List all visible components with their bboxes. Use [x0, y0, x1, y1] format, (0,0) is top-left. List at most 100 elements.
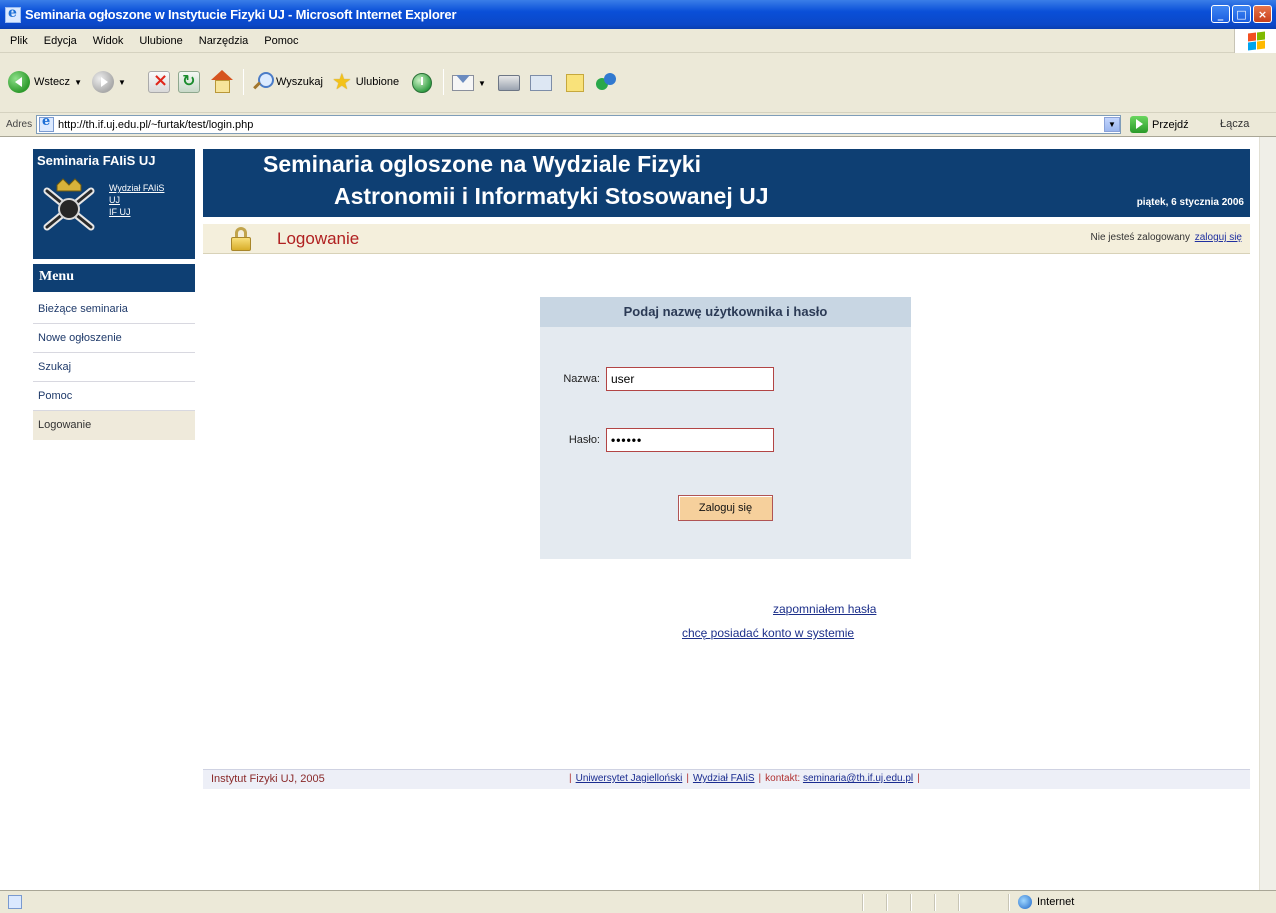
note-icon: [566, 74, 584, 92]
toolbar: Wstecz ▼ ▼ Wyszukaj ★ Ulubione ▼: [0, 53, 1276, 113]
close-button[interactable]: ×: [1253, 5, 1272, 23]
sidebar-item-help[interactable]: Pomoc: [33, 382, 195, 411]
go-arrow-icon: [1130, 116, 1148, 133]
favorites-button[interactable]: ★ Ulubione: [332, 69, 399, 94]
chevron-down-icon[interactable]: ▼: [478, 79, 486, 88]
forward-button[interactable]: ▼: [92, 71, 126, 93]
go-label: Przejdź: [1152, 118, 1189, 131]
menu-edit[interactable]: Edycja: [36, 35, 85, 47]
menu-view[interactable]: Widok: [85, 35, 132, 47]
brand-link-faiis[interactable]: Wydział FAIiS: [109, 183, 164, 193]
security-zone-label: Internet: [1037, 896, 1075, 908]
status-divider: [886, 894, 888, 911]
status-divider: [862, 894, 864, 911]
footer-contact-label: kontakt:: [765, 773, 801, 784]
messenger-button[interactable]: [596, 73, 618, 93]
footer-separator: |: [686, 773, 689, 784]
stop-button[interactable]: [148, 70, 170, 93]
footer-link-faiis[interactable]: Wydział FAIiS: [693, 773, 755, 784]
login-link[interactable]: zaloguj się: [1195, 232, 1242, 243]
address-dropdown-button[interactable]: ▼: [1104, 117, 1120, 132]
search-button[interactable]: Wyszukaj: [252, 72, 323, 92]
password-row: Hasło: ••••••: [540, 428, 774, 452]
brand-link-if-uj[interactable]: IF UJ: [109, 207, 131, 217]
forgot-password-link[interactable]: zapomniałem hasła: [773, 602, 876, 616]
brand-link-uj[interactable]: UJ: [109, 195, 120, 205]
login-heading: Podaj nazwę użytkownika i hasło: [540, 297, 911, 327]
chevron-down-icon[interactable]: ▼: [118, 78, 126, 87]
menu-file[interactable]: Plik: [0, 35, 36, 47]
page-header: Seminaria ogloszone na Wydziale Fizyki A…: [203, 149, 1250, 217]
page-status-icon: [8, 895, 22, 909]
mail-icon: [452, 75, 474, 91]
history-button[interactable]: [412, 73, 432, 93]
mail-button[interactable]: ▼: [452, 75, 486, 91]
page-viewport: Seminaria FAIiS UJ Wydział FAIiS UJ IF U…: [0, 137, 1276, 890]
header-date: piątek, 6 stycznia 2006: [1136, 197, 1244, 208]
page-footer: Instytut Fizyki UJ, 2005 | Uniwersytet Ja…: [203, 769, 1250, 789]
sidebar-menu: Bieżące seminaria Nowe ogłoszenie Szukaj…: [33, 295, 195, 440]
refresh-icon: [178, 71, 200, 93]
lock-icon: [231, 227, 251, 251]
header-title-line1: Seminaria ogloszone na Wydziale Fizyki: [263, 151, 701, 177]
refresh-button[interactable]: [178, 71, 200, 93]
stop-icon: [148, 70, 170, 93]
status-divider: [934, 894, 936, 911]
menu-favorites[interactable]: Ulubione: [131, 35, 190, 47]
messenger-icon: [596, 73, 618, 93]
security-zone[interactable]: Internet: [1018, 895, 1074, 909]
footer-link-uj[interactable]: Uniwersytet Jagielloński: [576, 773, 683, 784]
home-button[interactable]: [210, 70, 233, 93]
forward-arrow-icon: [92, 71, 114, 93]
sidebar-item-login[interactable]: Logowanie: [33, 411, 195, 440]
toolbar-separator: [243, 69, 244, 95]
address-label: Adres: [6, 119, 33, 130]
globe-icon: [1018, 895, 1032, 909]
notes-button[interactable]: [566, 74, 584, 92]
address-url[interactable]: http://th.if.uj.edu.pl/~furtak/test/logi…: [58, 119, 253, 131]
sidebar-item-search[interactable]: Szukaj: [33, 353, 195, 382]
address-input[interactable]: http://th.if.uj.edu.pl/~furtak/test/logi…: [36, 114, 1121, 134]
brand-title: Seminaria FAIiS UJ: [37, 153, 156, 168]
minimize-button[interactable]: _: [1211, 5, 1230, 23]
login-submit-button[interactable]: Zaloguj się: [678, 495, 773, 521]
brand-block: Seminaria FAIiS UJ Wydział FAIiS UJ IF U…: [33, 149, 195, 259]
username-input[interactable]: user: [606, 367, 774, 391]
edit-button[interactable]: [530, 75, 552, 91]
search-icon: [252, 72, 274, 92]
footer-separator: |: [569, 773, 572, 784]
sidebar-item-current-seminars[interactable]: Bieżące seminaria: [33, 295, 195, 324]
register-link[interactable]: chcę posiadać konto w systemie: [682, 626, 854, 640]
password-label: Hasło:: [568, 434, 600, 446]
back-button[interactable]: Wstecz ▼: [8, 71, 82, 93]
windows-logo-icon: [1234, 29, 1276, 53]
vertical-scrollbar[interactable]: [1259, 137, 1276, 890]
print-button[interactable]: [498, 75, 520, 91]
menu-tools[interactable]: Narzędzia: [191, 35, 257, 47]
toolbar-separator: [443, 69, 444, 95]
username-row: Nazwa: user: [540, 367, 774, 391]
go-button[interactable]: Przejdź: [1130, 116, 1189, 133]
university-crest-icon: [43, 178, 95, 231]
star-icon: ★: [332, 69, 352, 94]
printer-icon: [498, 75, 520, 91]
window-title: Seminaria ogłoszone w Instytucie Fizyki …: [25, 7, 457, 22]
back-label: Wstecz: [34, 76, 71, 88]
login-form: Podaj nazwę użytkownika i hasło Nazwa: u…: [540, 297, 911, 559]
footer-links: | Uniwersytet Jagielloński | Wydział FAIiS |…: [565, 773, 924, 784]
login-status: Nie jesteś zalogowany: [1090, 232, 1191, 243]
password-input[interactable]: ••••••: [606, 428, 774, 452]
maximize-button[interactable]: □: [1232, 5, 1251, 23]
chevron-down-icon[interactable]: ▼: [74, 78, 82, 87]
address-bar: Adres http://th.if.uj.edu.pl/~furtak/tes…: [0, 113, 1276, 137]
section-header: Logowanie Nie jesteś zalogowany zaloguj …: [203, 224, 1250, 254]
status-bar: Internet: [0, 890, 1276, 913]
page-icon: [39, 114, 54, 132]
window-titlebar[interactable]: Seminaria ogłoszone w Instytucie Fizyki …: [0, 0, 1276, 29]
footer-contact-email[interactable]: seminaria@th.if.uj.edu.pl: [803, 773, 913, 784]
menu-help[interactable]: Pomoc: [256, 35, 306, 47]
sidebar-item-new-announcement[interactable]: Nowe ogłoszenie: [33, 324, 195, 353]
links-button[interactable]: Łącza: [1220, 118, 1249, 130]
footer-separator: |: [917, 773, 920, 784]
window-controls: _ □ ×: [1211, 5, 1272, 23]
